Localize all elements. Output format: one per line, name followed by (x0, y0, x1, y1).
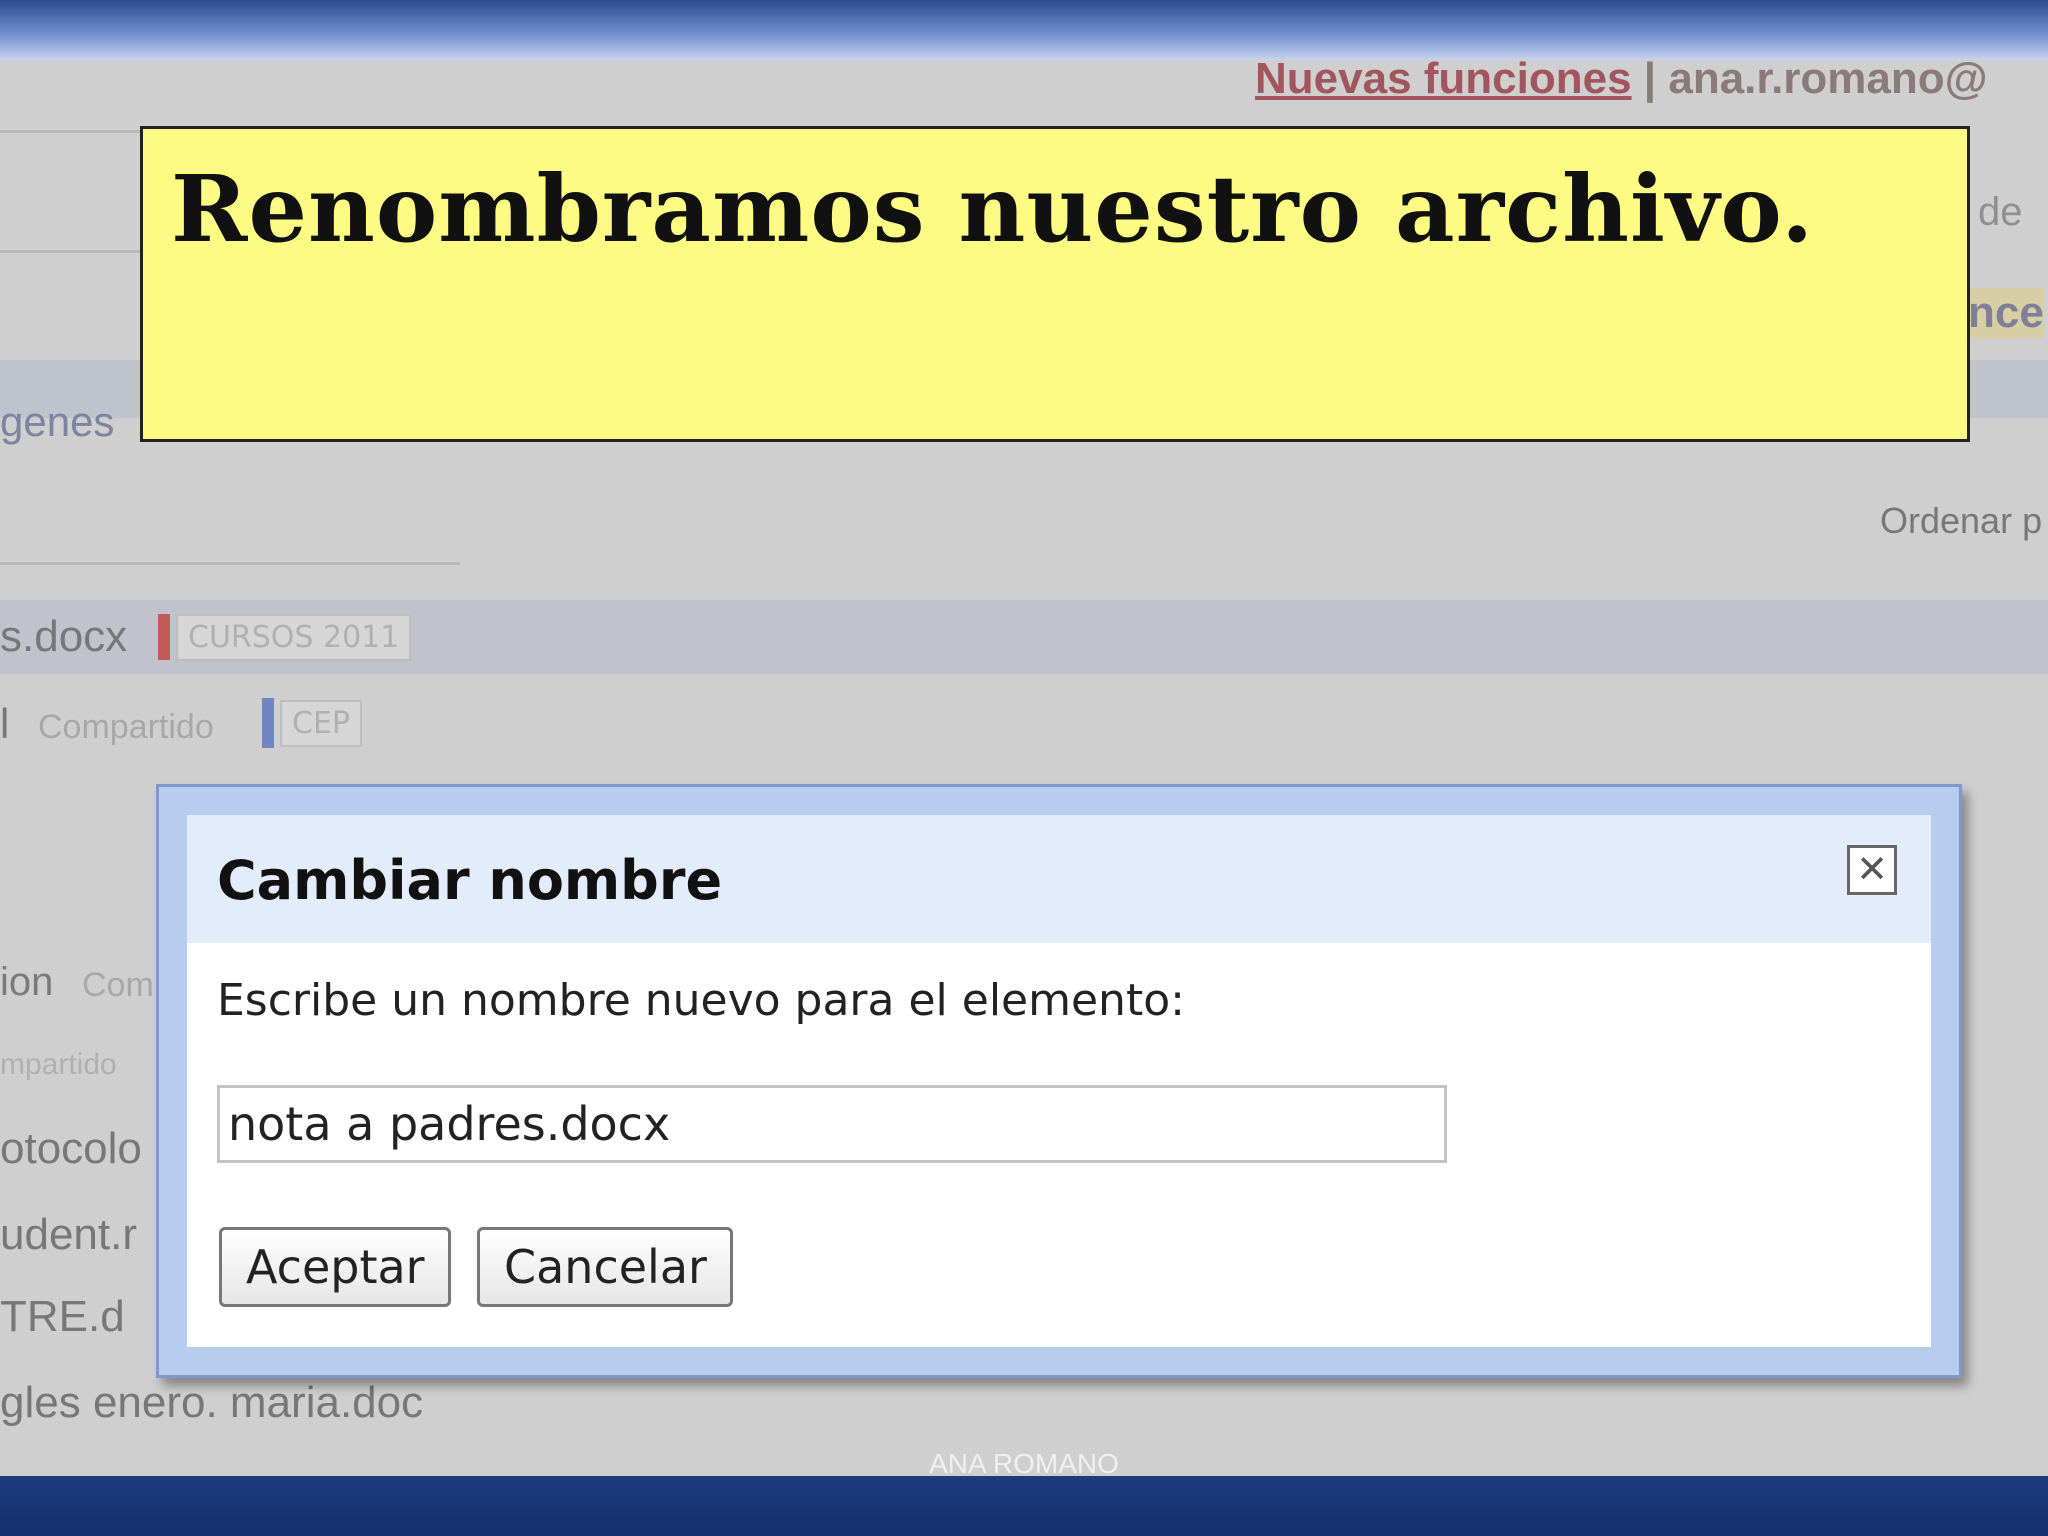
divider (0, 130, 140, 133)
new-name-input[interactable] (217, 1085, 1447, 1163)
shared-status: Com (82, 966, 154, 1004)
topbar-links: Nuevas funciones | ana.r.romano@ (1255, 60, 1988, 104)
file-name[interactable]: ion (0, 960, 53, 1005)
docs-screen-background: Nuevas funciones | ana.r.romano@ de nce … (0, 60, 2048, 1476)
callout-text: Renombramos nuestro archivo. (171, 155, 1815, 263)
sort-label[interactable]: Ordenar p (1880, 500, 2042, 542)
shared-status: mpartido (0, 1048, 117, 1081)
right-fragment: nce (1968, 288, 2044, 338)
shared-status: Compartido (38, 708, 214, 746)
images-fragment: genes (0, 398, 115, 445)
accept-button[interactable]: Aceptar (219, 1227, 451, 1307)
dialog-header: Cambiar nombre ✕ (187, 815, 1931, 943)
file-name[interactable]: l (0, 700, 9, 748)
footer-author: ANA ROMANO (929, 1448, 1119, 1479)
file-name[interactable]: udent.r (0, 1210, 137, 1260)
close-icon[interactable]: ✕ (1847, 845, 1897, 895)
dialog-title: Cambiar nombre (217, 849, 723, 912)
file-name[interactable]: TRE.d (0, 1292, 125, 1342)
divider (0, 562, 460, 565)
new-features-link[interactable]: Nuevas funciones (1255, 60, 1632, 103)
file-name[interactable]: gles enero. maria.doc (0, 1378, 423, 1428)
right-fragment: de (1978, 190, 2023, 234)
rename-dialog: Cambiar nombre ✕ Escribe un nombre nuevo… (156, 784, 1962, 1378)
slide-top-band (0, 0, 2048, 60)
cancel-button[interactable]: Cancelar (477, 1227, 733, 1307)
dialog-body: Cambiar nombre ✕ Escribe un nombre nuevo… (187, 815, 1931, 1347)
file-name[interactable]: s.docx (0, 612, 127, 662)
label-color-bar (158, 614, 170, 660)
topbar-separator: | (1643, 60, 1657, 103)
rename-prompt: Escribe un nombre nuevo para el elemento… (217, 975, 1185, 1026)
instruction-callout: Renombramos nuestro archivo. (140, 126, 1970, 442)
folder-label: CURSOS 2011 (176, 614, 412, 661)
label-color-bar (262, 698, 274, 748)
slide-bottom-band (0, 1476, 2048, 1536)
folder-label: CEP (280, 700, 362, 747)
file-name[interactable]: otocolo (0, 1124, 142, 1174)
user-account-link[interactable]: ana.r.romano@ (1668, 60, 1987, 103)
divider (0, 250, 140, 253)
